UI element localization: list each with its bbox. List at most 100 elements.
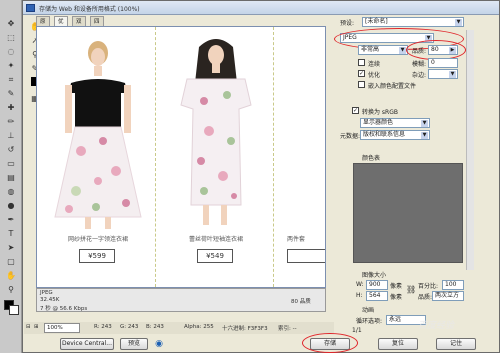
info-size: 32.45K — [40, 297, 60, 303]
preset-value: [未命名] — [365, 18, 388, 25]
gradient-tool-icon[interactable]: ▤ — [3, 172, 19, 183]
settings-scrollbar[interactable] — [466, 30, 474, 270]
convert-srgb-checkbox[interactable]: ✓ — [352, 107, 359, 114]
height-label: H: — [356, 292, 363, 299]
healing-tool-icon[interactable]: ✚ — [3, 102, 19, 113]
matte-label: 杂边: — [412, 72, 427, 79]
product-card: 两件套 — [277, 31, 325, 281]
blur-tool-icon[interactable]: ◍ — [3, 186, 19, 197]
tab-original[interactable]: 原稿 — [36, 16, 50, 35]
info-format: JPEG — [40, 290, 53, 296]
matte-select[interactable]: ▼ — [428, 69, 458, 79]
path-select-tool-icon[interactable]: ➤ — [3, 242, 19, 253]
width-input[interactable]: 900 — [366, 280, 388, 290]
percent-input[interactable]: 100 — [442, 280, 464, 290]
resample-label: 品质: — [418, 294, 433, 301]
product-caption: 蕾丝荷叶短袖连衣裙 — [188, 236, 243, 243]
readout-r: R: 243 — [94, 324, 112, 330]
product-price: ¥549 — [197, 249, 233, 263]
stamp-tool-icon[interactable]: ⊥ — [3, 130, 19, 141]
pen-tool-icon[interactable]: ✒ — [3, 214, 19, 225]
compression-value: 非常高 — [361, 46, 380, 53]
product-caption: 网纱拼花一字领连衣裙 — [67, 236, 128, 243]
dropdown-arrow-icon: ▼ — [399, 47, 406, 54]
tab-2-up[interactable]: 双联 — [72, 16, 86, 35]
zoom-minus-button[interactable]: ⊟ — [26, 324, 31, 330]
icc-profile-label: 嵌入颜色配置文件 — [368, 83, 417, 90]
compression-select[interactable]: 非常高 ▼ — [358, 45, 408, 55]
preview-canvas[interactable]: 网纱拼花一字领连衣裙 ¥599 蕾丝荷叶短袖连衣裙 ¥549 两件套 — [36, 26, 326, 288]
preset-label: 预设: — [340, 20, 355, 27]
resample-select[interactable]: 两次立方 — [432, 291, 464, 301]
device-central-button[interactable]: Device Central... — [60, 338, 114, 350]
icc-profile-checkbox[interactable] — [358, 81, 365, 88]
readout-g: G: 243 — [120, 324, 139, 330]
dialog-titlebar: 存储为 Web 和设备所用格式 (100%) — [23, 1, 499, 15]
browser-globe-icon[interactable]: ◉ — [152, 338, 166, 350]
eraser-tool-icon[interactable]: ▭ — [3, 158, 19, 169]
slice-divider — [155, 27, 156, 287]
height-px-label: 像素 — [390, 294, 403, 301]
lasso-tool-icon[interactable]: ◌ — [3, 46, 19, 57]
zoom-tool-icon[interactable]: ⚲ — [3, 284, 19, 295]
move-tool-icon[interactable]: ✥ — [3, 18, 19, 29]
photoshop-toolbar: ✥ ⬚ ◌ ✦ ⌗ ✎ ✚ ✏ ⊥ ↺ ▭ ▤ ◍ ● ✒ T ➤ ▢ ✋ ⚲ — [0, 0, 22, 353]
optimization-info: JPEG 32.45K 7 秒 @ 56.6 Kbps 80 品质 — [36, 288, 326, 312]
optimized-checkbox[interactable]: ✓ — [358, 70, 365, 77]
readout-hex: 十六进制: F3F3F3 — [222, 326, 268, 332]
app-icon — [26, 4, 35, 12]
readout-alpha: Alpha: 255 — [184, 324, 214, 330]
progressive-checkbox[interactable] — [358, 59, 365, 66]
width-label: W: — [356, 281, 364, 288]
tab-optimized[interactable]: 优化 — [54, 16, 68, 35]
height-input[interactable]: 564 — [366, 291, 388, 301]
readout-index: 索引: -- — [278, 326, 297, 332]
zoom-select[interactable]: 100% — [44, 323, 80, 333]
blur-label: 模糊: — [412, 61, 427, 68]
blur-value: 0 — [431, 59, 435, 66]
animation-label: 动画 — [362, 307, 375, 314]
product-card: 网纱拼花一字领连衣裙 ¥599 — [41, 31, 155, 281]
metadata-select[interactable]: 版权和联系信息 ▼ — [360, 130, 430, 140]
status-bar: ⊟ ⊞ 100% R: 243 G: 243 B: 243 Alpha: 255… — [24, 322, 334, 334]
blur-input[interactable]: 0 — [428, 58, 458, 68]
eyedropper-tool-icon[interactable]: ✎ — [3, 88, 19, 99]
product-price: ¥599 — [79, 249, 115, 263]
highlight-ellipse — [406, 40, 466, 60]
info-quality: 80 品质 — [291, 299, 311, 305]
preview-color-select[interactable]: 显示器颜色 ▼ — [360, 118, 430, 128]
percent-label: 百分比: — [418, 283, 439, 290]
dropdown-arrow-icon: ▼ — [449, 71, 456, 78]
brush-tool-icon[interactable]: ✏ — [3, 116, 19, 127]
zoom-plus-button[interactable]: ⊞ — [34, 324, 39, 330]
history-brush-tool-icon[interactable]: ↺ — [3, 144, 19, 155]
model-photo-1 — [54, 41, 142, 229]
watermark: 百度经验 — [418, 321, 455, 331]
reset-button[interactable]: 复位 — [378, 338, 418, 350]
color-table[interactable] — [353, 163, 463, 263]
shape-tool-icon[interactable]: ▢ — [3, 256, 19, 267]
remember-button[interactable]: 记住 — [436, 338, 476, 350]
highlight-ellipse — [302, 333, 358, 353]
info-time: 7 秒 @ 56.6 Kbps — [40, 306, 88, 312]
optimized-label: 优化 — [368, 72, 381, 79]
preset-select[interactable]: [未命名] ▼ — [362, 17, 464, 27]
metadata-value: 版权和联系信息 — [363, 131, 406, 138]
product-caption: 两件套 — [287, 236, 306, 243]
marquee-tool-icon[interactable]: ⬚ — [3, 32, 19, 43]
hand-tool-icon[interactable]: ✋ — [3, 270, 19, 281]
preview-button[interactable]: 预览 — [120, 338, 148, 350]
magic-wand-tool-icon[interactable]: ✦ — [3, 60, 19, 71]
tab-4-up[interactable]: 四联 — [90, 16, 104, 35]
crop-tool-icon[interactable]: ⌗ — [3, 74, 19, 85]
model-photo-2 — [180, 39, 252, 225]
background-color-swatch[interactable] — [9, 305, 19, 315]
width-value: 900 — [369, 281, 381, 288]
link-proportions-icon[interactable]: ⛓ — [406, 285, 416, 294]
dodge-tool-icon[interactable]: ● — [3, 200, 19, 211]
type-tool-icon[interactable]: T — [3, 228, 19, 239]
readout-b: B: 243 — [146, 324, 164, 330]
product-card: 蕾丝荷叶短袖连衣裙 ¥549 — [159, 31, 273, 281]
dropdown-arrow-icon: ▼ — [421, 120, 428, 127]
height-value: 564 — [369, 292, 381, 299]
